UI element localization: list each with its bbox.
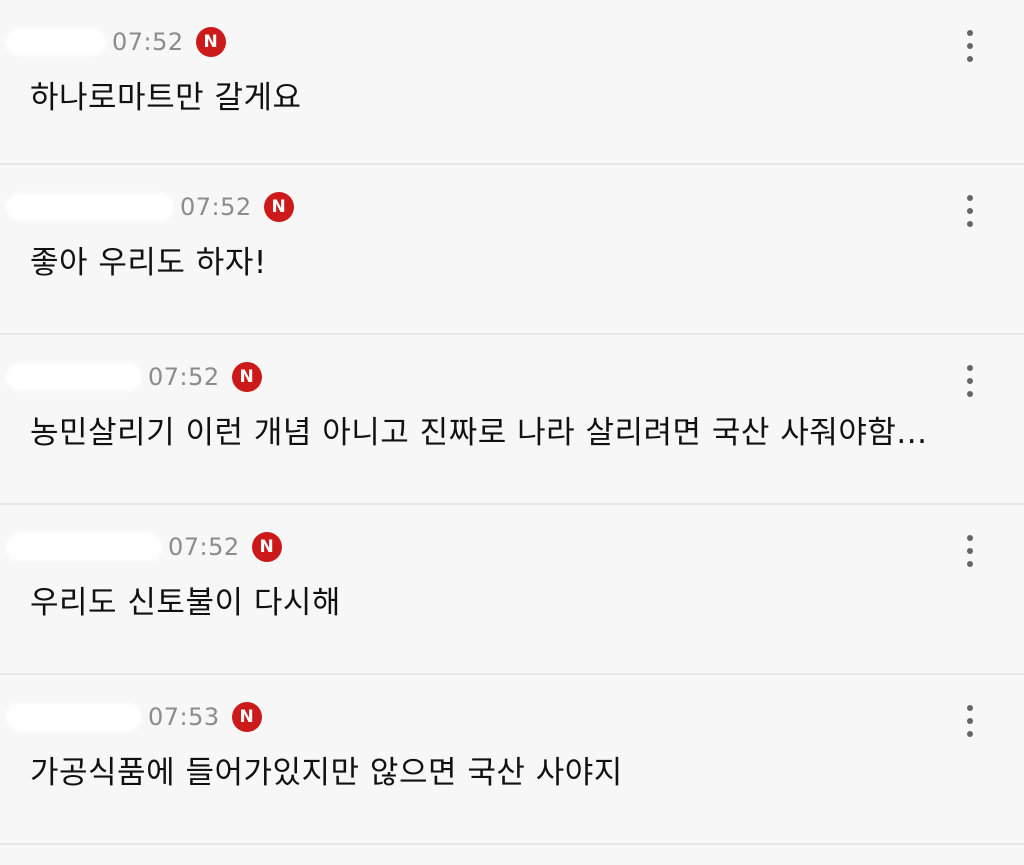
author-name-redacted bbox=[6, 28, 106, 56]
comment-text: 우리도 신토불이 다시해 bbox=[30, 585, 341, 621]
naver-n-icon: N bbox=[263, 192, 294, 222]
comment-meta: 07:52 N bbox=[0, 529, 282, 565]
comment-item: 07:52 N 농민살리기 이런 개념 아니고 진짜로 나라 살리려면 국산 사… bbox=[0, 335, 1024, 505]
more-options-button[interactable] bbox=[956, 703, 984, 739]
comment-time: 07:52 bbox=[112, 28, 184, 56]
more-vertical-icon bbox=[967, 30, 973, 36]
naver-n-icon: N bbox=[195, 27, 226, 57]
author-name-redacted bbox=[6, 193, 174, 221]
comment-item: 07:52 N 하나로마트만 갈게요 bbox=[0, 0, 1024, 165]
more-vertical-icon-dot bbox=[967, 731, 973, 737]
naver-n-icon: N bbox=[231, 702, 262, 732]
more-options-button[interactable] bbox=[956, 193, 984, 229]
more-vertical-icon bbox=[967, 535, 973, 541]
naver-n-icon: N bbox=[251, 532, 282, 562]
more-vertical-icon-dot bbox=[967, 561, 973, 567]
comment-meta: 07:53 N bbox=[0, 699, 262, 735]
more-vertical-icon-dot bbox=[967, 391, 973, 397]
more-vertical-icon-dot bbox=[967, 718, 973, 724]
comment-text: 농민살리기 이런 개념 아니고 진짜로 나라 살리려면 국산 사줘야함... bbox=[30, 415, 928, 451]
more-options-button[interactable] bbox=[956, 533, 984, 569]
comment-meta: 07:52 N bbox=[0, 189, 294, 225]
comment-time: 07:53 bbox=[148, 703, 220, 731]
more-vertical-icon bbox=[967, 705, 973, 711]
more-vertical-icon-dot bbox=[967, 378, 973, 384]
comment-time: 07:52 bbox=[180, 193, 252, 221]
comment-text: 가공식품에 들어가있지만 않으면 국산 사야지 bbox=[30, 755, 623, 791]
comment-item: 07:52 N 우리도 신토불이 다시해 bbox=[0, 505, 1024, 675]
comment-list: 07:52 N 하나로마트만 갈게요 07:52 N 좋아 우리도 하자! 07… bbox=[0, 0, 1024, 865]
more-vertical-icon-dot bbox=[967, 548, 973, 554]
author-name-redacted bbox=[6, 533, 162, 561]
more-vertical-icon-dot bbox=[967, 43, 973, 49]
comment-item: 07:52 N 좋아 우리도 하자! bbox=[0, 165, 1024, 335]
naver-n-icon: N bbox=[231, 362, 262, 392]
more-vertical-icon-dot bbox=[967, 56, 973, 62]
comment-text: 하나로마트만 갈게요 bbox=[30, 80, 302, 116]
more-vertical-icon bbox=[967, 365, 973, 371]
comment-meta: 07:52 N bbox=[0, 359, 262, 395]
author-name-redacted bbox=[6, 703, 142, 731]
comment-meta: 07:52 N bbox=[0, 24, 226, 60]
comment-item: 07:53 N 가공식품에 들어가있지만 않으면 국산 사야지 bbox=[0, 675, 1024, 845]
comment-time: 07:52 bbox=[168, 533, 240, 561]
comment-time: 07:52 bbox=[148, 363, 220, 391]
author-name-redacted bbox=[6, 363, 142, 391]
more-vertical-icon-dot bbox=[967, 208, 973, 214]
more-options-button[interactable] bbox=[956, 363, 984, 399]
more-vertical-icon bbox=[967, 195, 973, 201]
more-options-button[interactable] bbox=[956, 28, 984, 64]
comment-text: 좋아 우리도 하자! bbox=[30, 245, 267, 281]
more-vertical-icon-dot bbox=[967, 221, 973, 227]
